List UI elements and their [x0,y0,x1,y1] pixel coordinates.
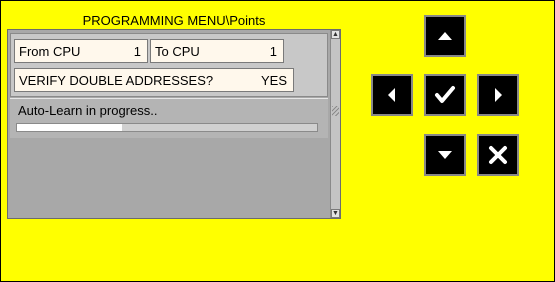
arrow-right-icon [495,88,502,102]
progress-fill [17,124,122,131]
arrow-left-icon [388,88,395,102]
device-screen: PROGRAMMING MENU\Points From CPU 1 To CP… [0,0,555,282]
left-button[interactable] [371,74,413,116]
right-button[interactable] [477,74,519,116]
to-cpu-label: To CPU [155,44,200,59]
cross-icon [489,146,507,164]
scrollbar[interactable]: ▲ ▼ [330,30,340,218]
menu-title: PROGRAMMING MENU\Points [82,13,266,28]
from-cpu-label: From CPU [19,44,81,59]
verify-double-addresses-label: VERIFY DOUBLE ADDRESSES? [19,73,214,88]
programming-menu-panel: PROGRAMMING MENU\Points From CPU 1 To CP… [7,13,341,219]
from-cpu-field[interactable]: From CPU 1 [14,39,148,63]
status-text: Auto-Learn in progress.. [18,103,158,118]
ok-button[interactable] [424,74,466,116]
fields-group: From CPU 1 To CPU 1 VERIFY DOUBLE ADDRES… [10,33,328,97]
up-button[interactable] [424,15,466,57]
verify-double-addresses-value: YES [260,73,287,88]
cancel-button[interactable] [477,134,519,176]
checkmark-icon [435,86,455,103]
to-cpu-field[interactable]: To CPU 1 [150,39,284,63]
status-area: Auto-Learn in progress.. [10,98,328,138]
progress-bar [16,123,318,132]
verify-double-addresses-field[interactable]: VERIFY DOUBLE ADDRESSES? YES [14,68,294,92]
to-cpu-value: 1 [269,44,277,59]
from-cpu-value: 1 [133,44,141,59]
arrow-up-icon [438,32,452,40]
menu-body: From CPU 1 To CPU 1 VERIFY DOUBLE ADDRES… [7,29,341,219]
scroll-grip[interactable] [332,106,339,116]
scroll-up-button[interactable]: ▲ [331,30,340,39]
arrow-down-icon [438,151,452,159]
scroll-down-button[interactable]: ▼ [331,209,340,218]
down-button[interactable] [424,134,466,176]
